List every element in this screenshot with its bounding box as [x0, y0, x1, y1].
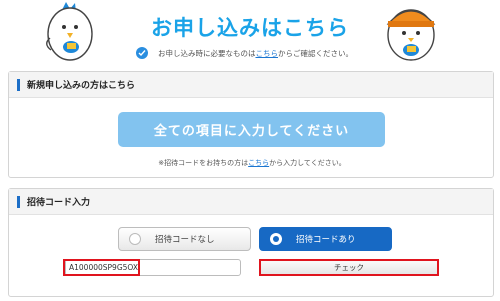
- radio-selected-icon: [270, 233, 282, 245]
- invite-code-input[interactable]: [65, 259, 241, 276]
- invite-code-note: ※招待コードをお持ちの方はこちらから入力してください。: [9, 158, 495, 168]
- panel-header: 招待コード入力: [9, 189, 493, 215]
- header: お申し込みはこちら お申し込み時に必要なものはこちらからご確認ください。: [0, 0, 500, 68]
- section-marker: [17, 78, 20, 91]
- radio-label: 招待コードあり: [296, 235, 356, 245]
- notice-text: お申し込み時に必要なものは: [158, 48, 256, 58]
- requirements-link[interactable]: こちら: [256, 49, 279, 58]
- section-title: 招待コード入力: [27, 198, 91, 208]
- panel-header: 新規申し込みの方はこちら: [9, 72, 493, 98]
- radio-label: 招待コードなし: [155, 235, 215, 245]
- section-title: 新規申し込みの方はこちら: [27, 81, 136, 91]
- has-invite-code-radio[interactable]: 招待コードあり: [259, 227, 392, 251]
- invite-code-panel: 招待コード入力 招待コードなし 招待コードあり チェック: [8, 188, 494, 297]
- page-title: お申し込みはこちら: [151, 16, 349, 40]
- radio-icon: [129, 233, 141, 245]
- requirements-notice: お申し込み時に必要なものはこちらからご確認ください。: [136, 47, 353, 59]
- notice-text-end: からご確認ください。: [278, 48, 353, 58]
- new-application-panel: 新規申し込みの方はこちら 全ての項目に入力してください ※招待コードをお持ちの方…: [8, 71, 494, 178]
- note-text-end: から入力してください。: [269, 159, 346, 167]
- note-text: ※招待コードをお持ちの方は: [158, 159, 249, 167]
- section-marker: [17, 195, 20, 208]
- invite-code-link[interactable]: こちら: [248, 159, 269, 167]
- submit-button[interactable]: 全ての項目に入力してください: [118, 112, 385, 147]
- checkmark-icon: [136, 47, 148, 59]
- check-button[interactable]: チェック: [259, 259, 439, 276]
- no-invite-code-radio[interactable]: 招待コードなし: [118, 227, 251, 251]
